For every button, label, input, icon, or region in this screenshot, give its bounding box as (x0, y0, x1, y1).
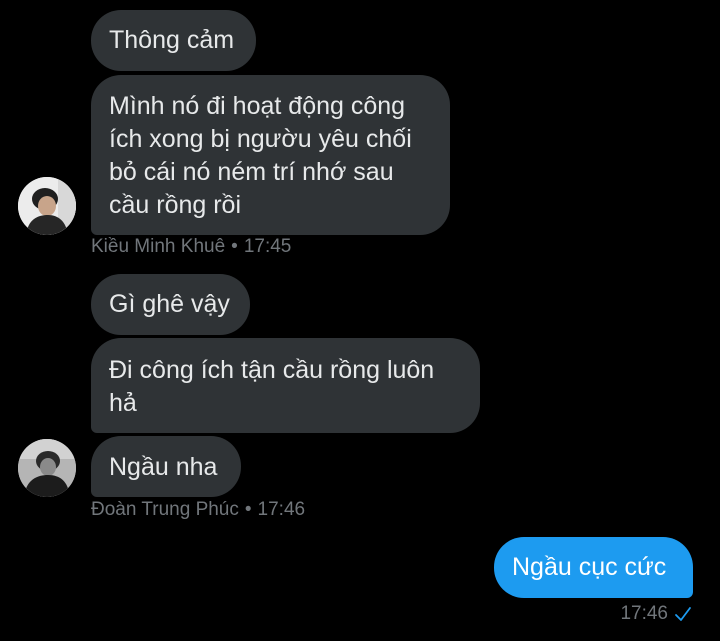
timestamp: 17:46 (257, 499, 306, 520)
message-line: hả (109, 389, 137, 417)
single-check-icon (675, 607, 691, 621)
message-line: Mình nó đi hoạt động công (109, 92, 406, 120)
timestamp: 17:45 (243, 236, 292, 257)
avatar[interactable] (18, 439, 76, 497)
message-text: Ngầu cục cức (512, 553, 667, 581)
message-line: Đi công ích tận cầu rồng luôn (109, 356, 435, 384)
message-meta: Đoàn Trung Phúc • 17:46 (91, 499, 305, 521)
separator-dot: • (231, 236, 238, 257)
avatar[interactable] (18, 177, 76, 235)
message-meta: Kiều Minh Khuê • 17:45 (91, 236, 291, 258)
message-line: bỏ cái nó ném trí nhớ sau (109, 158, 394, 186)
sender-name[interactable]: Kiều Minh Khuê (91, 236, 225, 257)
message-bubble-incoming[interactable]: Thông cảm (91, 10, 256, 71)
sender-name[interactable]: Đoàn Trung Phúc (91, 499, 239, 520)
message-text: Thông cảm (109, 26, 235, 54)
timestamp: 17:46 (620, 603, 668, 624)
message-meta: 17:46 (620, 603, 692, 625)
separator-dot: • (244, 499, 252, 520)
message-bubble-incoming[interactable]: Đi công ích tận cầu rồng luôn hả (91, 338, 480, 433)
avatar-image (18, 177, 76, 235)
avatar-image (18, 439, 76, 497)
message-text: Ngầu nha (109, 453, 218, 481)
message-line: cầu rồng rồi (109, 191, 242, 219)
message-bubble-incoming[interactable]: Ngầu nha (91, 436, 241, 497)
message-text: Gì ghê vậy (109, 290, 230, 318)
message-line: ích xong bị ngườu yêu chối (109, 125, 412, 153)
message-bubble-outgoing[interactable]: Ngầu cục cức (494, 537, 693, 598)
message-bubble-incoming[interactable]: Mình nó đi hoạt động công ích xong bị ng… (91, 75, 450, 235)
message-bubble-incoming[interactable]: Gì ghê vậy (91, 274, 250, 335)
